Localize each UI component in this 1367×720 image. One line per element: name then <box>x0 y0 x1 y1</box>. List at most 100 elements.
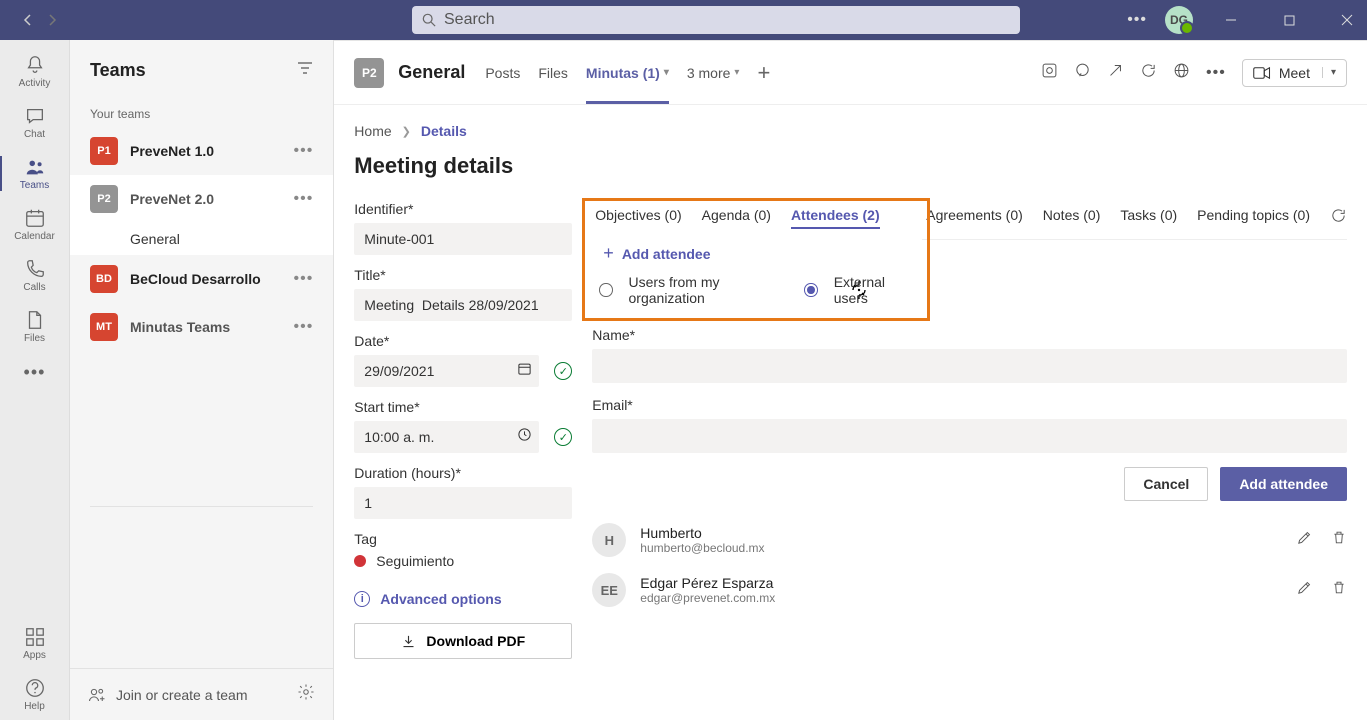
chevron-down-icon: ▾ <box>734 67 739 78</box>
rail-teams[interactable]: Teams <box>0 148 70 199</box>
rail-calls[interactable]: Calls <box>0 250 70 301</box>
duration-label: Duration (hours)* <box>354 465 572 481</box>
more-button[interactable]: ••• <box>1206 64 1226 82</box>
add-attendee-link[interactable]: + Add attendee <box>603 243 917 264</box>
start-input[interactable] <box>354 421 539 453</box>
radio-external[interactable] <box>804 283 817 297</box>
info-icon: i <box>354 591 370 607</box>
rail-more-button[interactable]: ••• <box>24 352 46 393</box>
download-pdf-button[interactable]: Download PDF <box>354 623 572 659</box>
tab-pending[interactable]: Pending topics (0) <box>1197 207 1310 231</box>
tab-attendees[interactable]: Attendees (2) <box>791 207 880 229</box>
advanced-options-link[interactable]: i Advanced options <box>354 591 572 607</box>
nav-forward-button[interactable] <box>42 10 62 30</box>
chevron-down-icon[interactable]: ▾ <box>1322 67 1336 78</box>
breadcrumb-home[interactable]: Home <box>354 123 391 139</box>
breadcrumb: Home ❯ Details <box>354 123 1347 139</box>
channel-name: General <box>398 62 465 83</box>
valid-icon: ✓ <box>554 428 572 446</box>
tab-notes[interactable]: Notes (0) <box>1043 207 1101 231</box>
team-icon: P2 <box>90 185 118 213</box>
window-close-button[interactable] <box>1327 0 1367 40</box>
rail-calendar[interactable]: Calendar <box>0 199 70 250</box>
valid-icon: ✓ <box>554 362 572 380</box>
team-icon: MT <box>90 313 118 341</box>
team-more-button[interactable]: ••• <box>293 270 313 288</box>
avatar: EE <box>592 573 626 607</box>
user-avatar[interactable]: DG <box>1165 6 1193 34</box>
rail-files[interactable]: Files <box>0 301 70 352</box>
edit-attendee-button[interactable] <box>1296 579 1313 601</box>
team-row[interactable]: MT Minutas Teams ••• <box>70 303 333 351</box>
clock-icon[interactable] <box>517 427 532 447</box>
team-row[interactable]: BD BeCloud Desarrollo ••• <box>70 255 333 303</box>
manage-teams-button[interactable] <box>297 683 315 706</box>
tab-minutas[interactable]: Minutas (1)▾ <box>586 41 669 104</box>
team-row[interactable]: P2 PreveNet 2.0 ••• <box>70 175 333 223</box>
search-placeholder: Search <box>444 11 495 29</box>
rail-chat[interactable]: Chat <box>0 97 70 148</box>
team-icon: BD <box>90 265 118 293</box>
tab-add-button[interactable]: + <box>757 41 770 104</box>
chevron-right-icon: ❯ <box>402 125 411 138</box>
team-more-button[interactable]: ••• <box>293 142 313 160</box>
attendee-email-input[interactable] <box>592 419 1347 453</box>
rail-apps[interactable]: Apps <box>0 618 70 669</box>
teams-subheader: Your teams <box>70 91 333 127</box>
popout-button[interactable] <box>1107 62 1124 84</box>
team-row[interactable]: P1 PreveNet 1.0 ••• <box>70 127 333 175</box>
calendar-icon <box>24 207 46 229</box>
window-maximize-button[interactable] <box>1269 0 1309 40</box>
nav-back-button[interactable] <box>18 10 38 30</box>
tab-tasks[interactable]: Tasks (0) <box>1120 207 1177 231</box>
tag-dot-icon <box>354 555 366 567</box>
cancel-button[interactable]: Cancel <box>1124 467 1208 501</box>
delete-attendee-button[interactable] <box>1331 579 1347 601</box>
filter-button[interactable] <box>297 61 313 80</box>
channel-icon: P2 <box>354 58 384 88</box>
identifier-input[interactable] <box>354 223 572 255</box>
details-panel: Objectives (0) Agenda (0) Attendees (2) … <box>592 201 1347 659</box>
rail-help[interactable]: Help <box>0 669 70 720</box>
email-label: Email* <box>592 397 1347 413</box>
rail-activity[interactable]: Activity <box>0 46 70 97</box>
tab-settings-button[interactable] <box>1041 62 1058 84</box>
teams-panel: Teams Your teams P1 PreveNet 1.0 ••• P2 … <box>70 40 334 720</box>
meeting-form: Identifier* Title* Date* ✓ Start time* <box>354 201 572 659</box>
chevron-down-icon: ▾ <box>664 67 669 78</box>
settings-more-button[interactable]: ••• <box>1127 11 1147 29</box>
breadcrumb-details: Details <box>421 123 467 139</box>
radio-org[interactable] <box>599 283 612 297</box>
window-minimize-button[interactable] <box>1211 0 1251 40</box>
join-create-team[interactable]: Join or create a team <box>88 686 248 704</box>
reload-button[interactable] <box>1140 62 1157 84</box>
team-more-button[interactable]: ••• <box>293 318 313 336</box>
edit-attendee-button[interactable] <box>1296 529 1313 551</box>
tab-more[interactable]: 3 more▾ <box>687 41 740 104</box>
tab-files[interactable]: Files <box>538 41 568 104</box>
date-input[interactable] <box>354 355 539 387</box>
page-title: Meeting details <box>354 153 1347 179</box>
title-input[interactable] <box>354 289 572 321</box>
meet-button[interactable]: Meet ▾ <box>1242 59 1347 87</box>
search-input[interactable]: Search <box>412 6 1020 34</box>
tab-posts[interactable]: Posts <box>485 41 520 104</box>
attendee-email: humberto@becloud.mx <box>640 541 1282 555</box>
channel-general[interactable]: General <box>70 223 333 255</box>
globe-button[interactable] <box>1173 62 1190 84</box>
tab-objectives[interactable]: Objectives (0) <box>595 207 681 229</box>
download-icon <box>401 634 416 649</box>
refresh-button[interactable] <box>1330 207 1347 231</box>
camera-icon <box>1253 66 1271 80</box>
duration-input[interactable] <box>354 487 572 519</box>
conversation-button[interactable] <box>1074 62 1091 84</box>
attendee-name-input[interactable] <box>592 349 1347 383</box>
tab-agreements[interactable]: Agreements (0) <box>926 207 1022 231</box>
team-more-button[interactable]: ••• <box>293 190 313 208</box>
tag-value[interactable]: Seguimiento <box>354 553 572 569</box>
delete-attendee-button[interactable] <box>1331 529 1347 551</box>
calendar-icon[interactable] <box>517 361 532 381</box>
tab-agenda[interactable]: Agenda (0) <box>702 207 771 229</box>
add-attendee-button[interactable]: Add attendee <box>1220 467 1347 501</box>
radio-external-label: External users <box>834 274 918 306</box>
